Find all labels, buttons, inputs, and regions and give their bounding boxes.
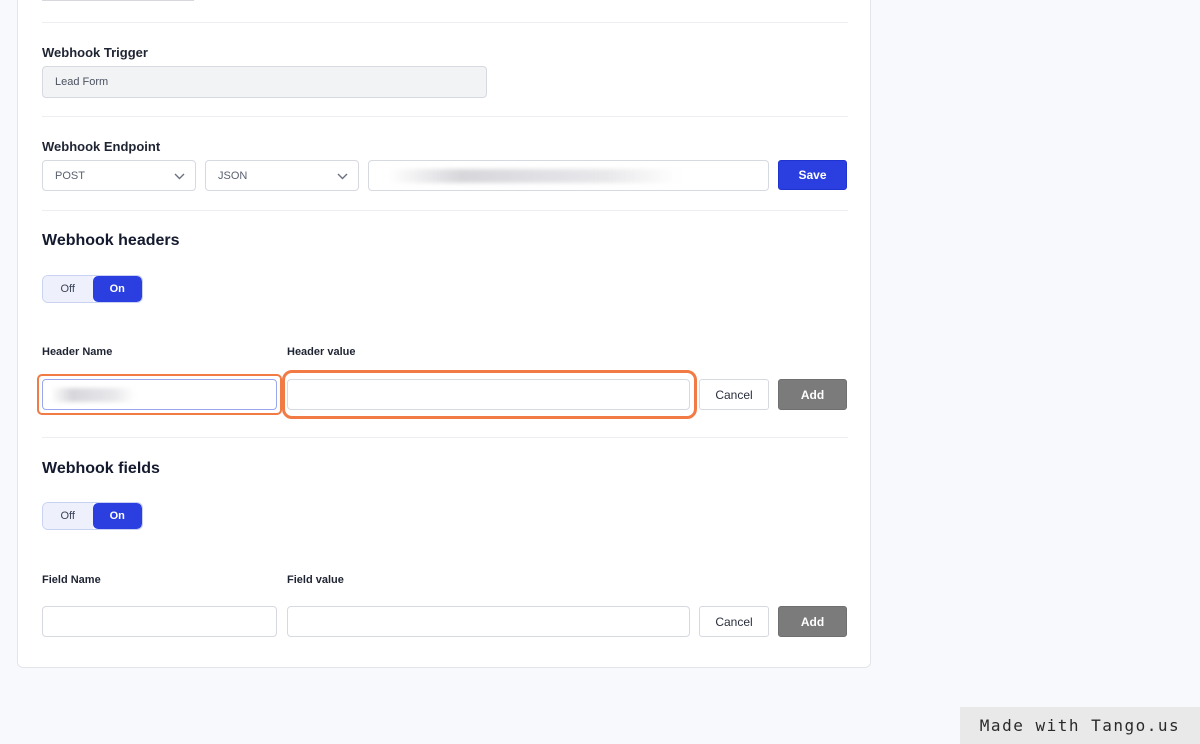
field-value-input[interactable] bbox=[287, 606, 690, 637]
endpoint-url-input[interactable] bbox=[368, 160, 769, 191]
fields-toggle[interactable]: Off On bbox=[42, 502, 143, 530]
webhook-trigger-field: Lead Form bbox=[42, 66, 487, 98]
fields-toggle-on[interactable]: On bbox=[92, 503, 142, 529]
chevron-down-icon bbox=[174, 173, 185, 179]
headers-toggle-on[interactable]: On bbox=[92, 276, 142, 302]
method-select[interactable]: POST bbox=[42, 160, 196, 191]
redacted-header-name bbox=[51, 388, 135, 402]
webhook-headers-title: Webhook headers bbox=[42, 232, 180, 249]
field-name-input[interactable] bbox=[42, 606, 277, 637]
divider bbox=[42, 22, 848, 23]
field-value-label: Field value bbox=[287, 574, 344, 586]
headers-add-button[interactable]: Add bbox=[778, 379, 847, 410]
headers-toggle-off[interactable]: Off bbox=[43, 276, 93, 302]
webhook-settings-card bbox=[17, 0, 871, 668]
header-name-label: Header Name bbox=[42, 346, 113, 358]
method-select-value: POST bbox=[55, 169, 85, 182]
page: Webhook Trigger Lead Form Webhook Endpoi… bbox=[0, 0, 1200, 744]
divider bbox=[42, 210, 848, 211]
fields-add-button[interactable]: Add bbox=[778, 606, 847, 637]
format-select-value: JSON bbox=[218, 169, 248, 182]
previous-field-stub bbox=[42, 0, 194, 1]
header-name-input[interactable] bbox=[42, 379, 277, 410]
divider bbox=[42, 437, 848, 438]
webhook-fields-title: Webhook fields bbox=[42, 460, 160, 477]
webhook-endpoint-label: Webhook Endpoint bbox=[42, 139, 161, 154]
chevron-down-icon bbox=[337, 173, 348, 179]
webhook-trigger-value: Lead Form bbox=[55, 76, 109, 88]
header-value-label: Header value bbox=[287, 346, 356, 358]
fields-cancel-button[interactable]: Cancel bbox=[699, 606, 769, 637]
redacted-url bbox=[389, 169, 679, 183]
headers-toggle[interactable]: Off On bbox=[42, 275, 143, 303]
save-button[interactable]: Save bbox=[778, 160, 847, 190]
field-name-label: Field Name bbox=[42, 574, 101, 586]
divider bbox=[42, 116, 848, 117]
fields-toggle-off[interactable]: Off bbox=[43, 503, 93, 529]
header-value-input[interactable] bbox=[287, 379, 690, 410]
format-select[interactable]: JSON bbox=[205, 160, 359, 191]
webhook-trigger-label: Webhook Trigger bbox=[42, 45, 148, 60]
tango-watermark: Made with Tango.us bbox=[960, 707, 1200, 744]
headers-cancel-button[interactable]: Cancel bbox=[699, 379, 769, 410]
